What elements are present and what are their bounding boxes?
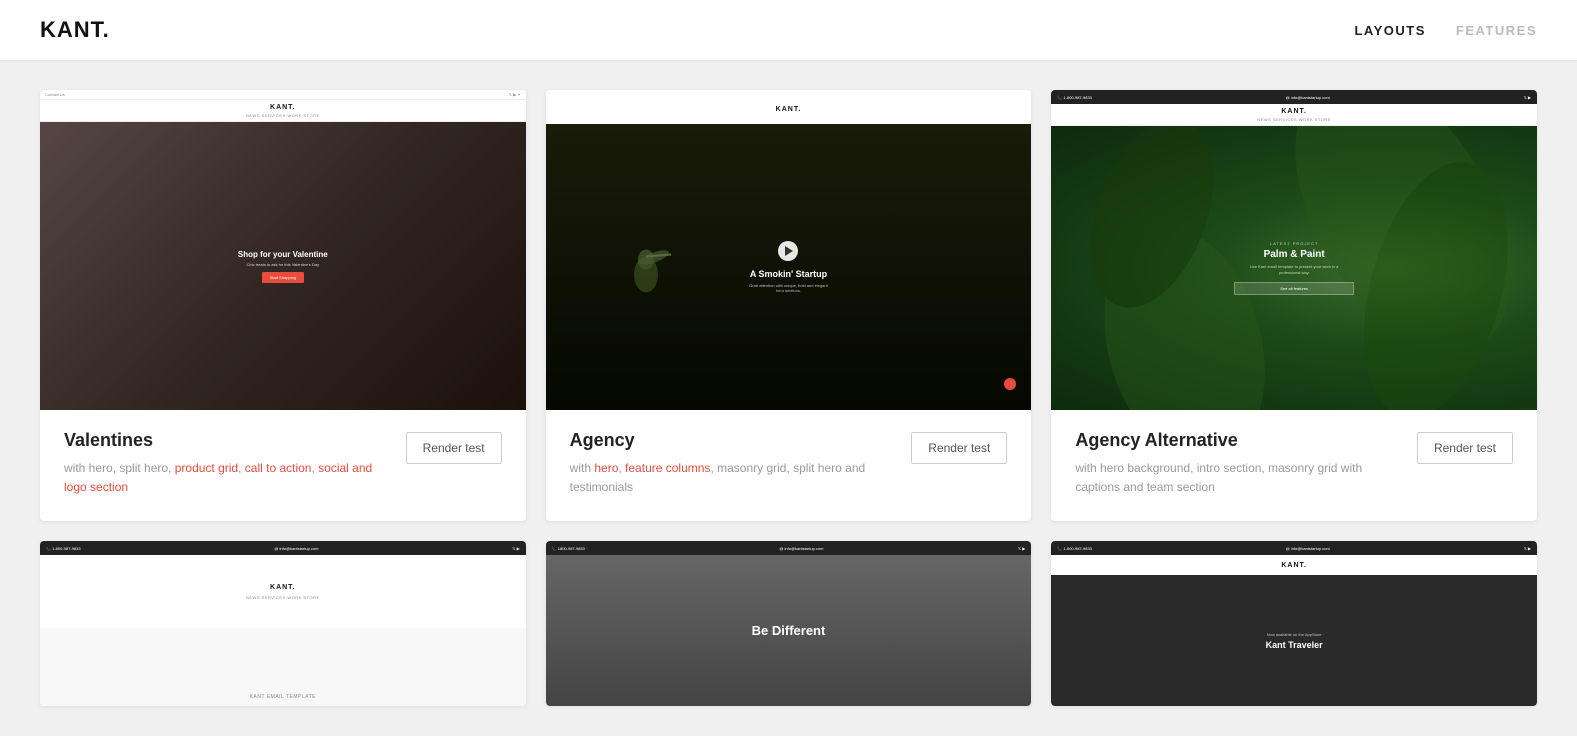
agency-logo: KANT. xyxy=(776,106,802,113)
valentines-hero-sub: Chic treats to ask for this Valentine's … xyxy=(247,262,320,267)
valentines-link-cta[interactable]: call to action xyxy=(245,461,312,475)
b3-subtitle: Now available on the AppStore xyxy=(1267,632,1322,637)
valentines-hero-title: Shop for your Valentine xyxy=(238,250,328,259)
bottom-preview-3[interactable]: 📞 1-800-987-9833 @ info@kantstartup.com … xyxy=(1051,541,1537,706)
page-content: Contact Us 𝕏 ▶ ✦ KANT. NEWS SERVICES WOR… xyxy=(0,60,1577,736)
card-agency-alt: 📞 1-800-987-9833 @ info@kantstartup.com … xyxy=(1051,90,1537,521)
b3-phone: 📞 1-800-987-9833 xyxy=(1057,546,1092,551)
alt-logo: KANT. xyxy=(1281,108,1307,115)
agency-desc: with hero, feature columns, masonry grid… xyxy=(570,459,896,497)
main-header: KANT. LAYOUTS FEATURES xyxy=(0,0,1577,60)
b1-label: KANT EMAIL TEMPLATE xyxy=(250,694,316,700)
agency-alt-render-btn[interactable]: Render test xyxy=(1417,432,1513,464)
bottom-card-3: 📞 1-800-987-9833 @ info@kantstartup.com … xyxy=(1051,541,1537,706)
alt-hero-title: Palm & Paint xyxy=(1234,249,1354,260)
alt-topbar-email: @ info@kantstartup.com xyxy=(1286,95,1330,100)
valentines-link-product[interactable]: product grid xyxy=(175,461,238,475)
logo[interactable]: KANT. xyxy=(40,17,110,43)
bottom-preview-1[interactable]: 📞 1-800-987-9833 @ info@kantstartup.com … xyxy=(40,541,526,706)
b1-nav: NEWS SERVICES WORK STORE xyxy=(246,595,320,600)
b3-hero-text: Kant Traveler xyxy=(1266,640,1323,650)
valentines-title: Valentines xyxy=(64,430,390,451)
alt-topbar-icons: 𝕏 ▶ xyxy=(1524,95,1531,100)
top-card-grid: Contact Us 𝕏 ▶ ✦ KANT. NEWS SERVICES WOR… xyxy=(40,90,1537,521)
b1-logo: KANT. xyxy=(270,584,296,591)
b2-email: @ info@kantstartup.com xyxy=(779,546,823,551)
alt-nav: NEWS SERVICES WORK STORE xyxy=(1257,117,1331,122)
hummingbird-icon xyxy=(606,205,686,325)
card-agency: KANT. xyxy=(546,90,1032,521)
b3-icons: 𝕏 ▶ xyxy=(1524,546,1531,551)
valentines-desc: with hero, split hero, product grid, cal… xyxy=(64,459,390,497)
agency-link-feature[interactable]: feature columns xyxy=(625,461,710,475)
b2-phone: 📞 1800-987-9833 xyxy=(552,546,585,551)
agency-alt-preview[interactable]: 📞 1-800-987-9833 @ info@kantstartup.com … xyxy=(1051,90,1537,410)
b1-email: @ info@kantstartup.com xyxy=(274,546,318,551)
play-button[interactable] xyxy=(778,241,798,261)
alt-hero-label: LATEST PROJECT xyxy=(1234,241,1354,246)
bottom-card-grid: 📞 1-800-987-9833 @ info@kantstartup.com … xyxy=(40,541,1537,706)
b2-icons: 𝕏 ▶ xyxy=(1018,546,1025,551)
agency-hero-title: A Smokin' Startup xyxy=(750,269,827,279)
b3-email: @ info@kantstartup.com xyxy=(1286,546,1330,551)
b1-icons: 𝕏 ▶ xyxy=(512,546,519,551)
agency-render-btn[interactable]: Render test xyxy=(911,432,1007,464)
main-nav: LAYOUTS FEATURES xyxy=(1354,23,1537,38)
agency-link-hero[interactable]: hero xyxy=(594,461,618,475)
agency-info: Agency with hero, feature columns, mason… xyxy=(546,410,1032,521)
b1-phone: 📞 1-800-987-9833 xyxy=(46,546,81,551)
bottom-card-1: 📞 1-800-987-9833 @ info@kantstartup.com … xyxy=(40,541,526,706)
b3-logo: KANT. xyxy=(1281,562,1307,569)
valentines-hero-btn: Start Shopping xyxy=(262,272,304,283)
valentines-nav: NEWS SERVICES WORK STORE xyxy=(246,113,320,118)
agency-alt-desc: with hero background, intro section, mas… xyxy=(1075,459,1401,497)
card-valentines: Contact Us 𝕏 ▶ ✦ KANT. NEWS SERVICES WOR… xyxy=(40,90,526,521)
nav-features[interactable]: FEATURES xyxy=(1456,23,1537,38)
alt-hero-btn: See all features xyxy=(1234,282,1354,295)
agency-text: Agency with hero, feature columns, mason… xyxy=(570,430,896,497)
topbar-social-icons: 𝕏 ▶ ✦ xyxy=(509,92,521,97)
valentines-text: Valentines with hero, split hero, produc… xyxy=(64,430,390,497)
alt-topbar-phone: 📞 1-800-987-9833 xyxy=(1057,95,1092,100)
bottom-card-2: 📞 1800-987-9833 @ info@kantstartup.com 𝕏… xyxy=(546,541,1032,706)
valentines-info: Valentines with hero, split hero, produc… xyxy=(40,410,526,521)
bottom-preview-2[interactable]: 📞 1800-987-9833 @ info@kantstartup.com 𝕏… xyxy=(546,541,1032,706)
play-icon xyxy=(785,246,793,256)
agency-alt-info: Agency Alternative with hero background,… xyxy=(1051,410,1537,521)
nav-layouts[interactable]: LAYOUTS xyxy=(1354,23,1425,38)
agency-title: Agency xyxy=(570,430,896,451)
agency-alt-title: Agency Alternative xyxy=(1075,430,1401,451)
agency-alt-text: Agency Alternative with hero background,… xyxy=(1075,430,1401,497)
valentines-logo: KANT. xyxy=(270,104,296,111)
topbar-contact: Contact Us xyxy=(45,92,65,97)
valentines-render-btn[interactable]: Render test xyxy=(406,432,502,464)
alt-hero-body: Use Kant email template to present your … xyxy=(1246,264,1342,276)
agency-hero-sub: Grab attention with unique, bold and ele… xyxy=(747,283,831,293)
agency-preview[interactable]: KANT. xyxy=(546,90,1032,410)
valentines-preview[interactable]: Contact Us 𝕏 ▶ ✦ KANT. NEWS SERVICES WOR… xyxy=(40,90,526,410)
b2-hero-text: Be Different xyxy=(752,623,826,638)
